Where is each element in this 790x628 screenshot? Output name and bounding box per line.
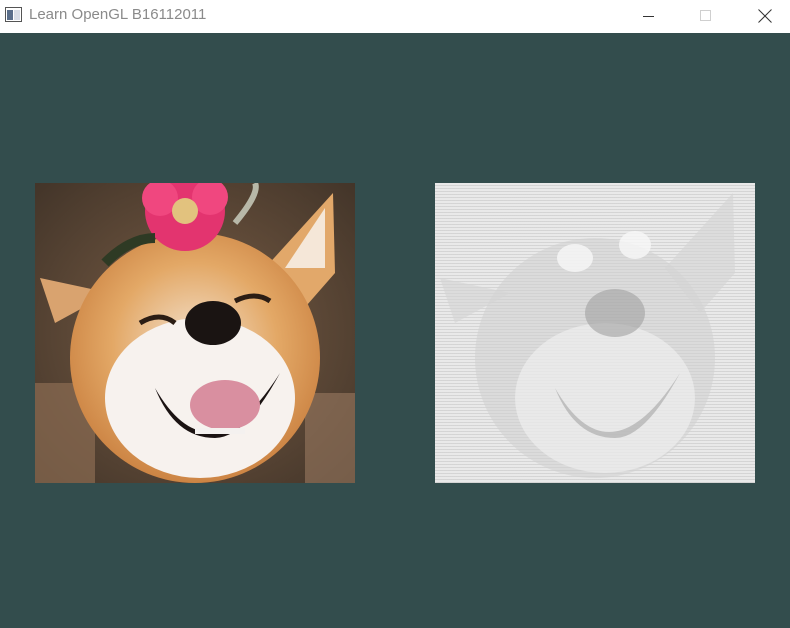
shiba-inu-original-texture	[35, 183, 355, 483]
title-bar[interactable]: Learn OpenGL B16112011	[0, 0, 790, 31]
close-button[interactable]	[742, 0, 788, 31]
minimize-icon	[643, 10, 655, 22]
app-window: Learn OpenGL B16112011	[0, 0, 790, 628]
window-title: Learn OpenGL B16112011	[29, 6, 207, 23]
maximize-icon	[700, 9, 712, 22]
close-icon	[758, 8, 772, 23]
app-window-icon	[5, 7, 22, 22]
minimize-button[interactable]	[626, 0, 672, 31]
opengl-viewport[interactable]	[0, 33, 790, 628]
maximize-button[interactable]	[683, 0, 729, 31]
shiba-inu-ascii-filtered-texture	[435, 183, 755, 483]
